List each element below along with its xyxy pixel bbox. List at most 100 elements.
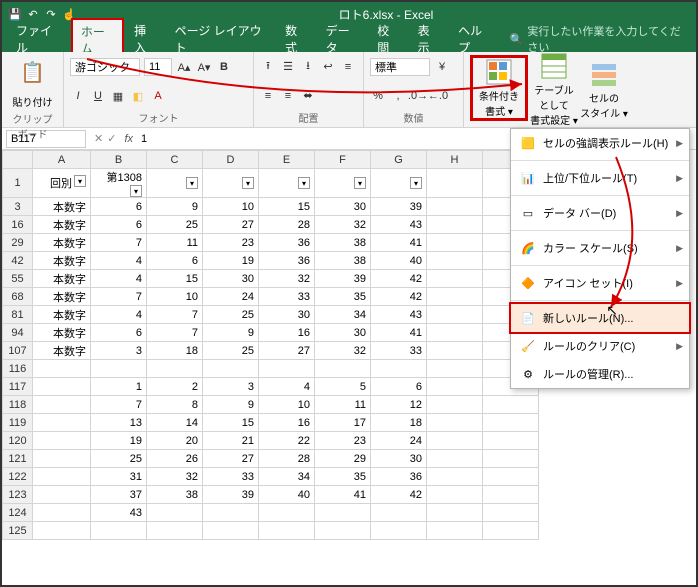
cell[interactable]: 14 xyxy=(147,414,203,432)
italic-button[interactable]: I xyxy=(70,88,86,104)
underline-button[interactable]: U xyxy=(90,88,106,104)
cell[interactable] xyxy=(427,378,483,396)
cell[interactable]: 11 xyxy=(147,234,203,252)
cell[interactable] xyxy=(427,252,483,270)
cell[interactable]: 6 xyxy=(91,216,147,234)
cell[interactable]: ▾ xyxy=(315,169,371,198)
cell[interactable] xyxy=(427,432,483,450)
cell[interactable] xyxy=(315,360,371,378)
cell[interactable]: 15 xyxy=(147,270,203,288)
cell[interactable] xyxy=(203,504,259,522)
cell[interactable]: 7 xyxy=(91,234,147,252)
row-header[interactable]: 3 xyxy=(3,198,33,216)
cell[interactable]: 7 xyxy=(91,288,147,306)
merge-icon[interactable]: ⬌ xyxy=(300,88,316,104)
col-header-D[interactable]: D xyxy=(203,151,259,169)
row-header[interactable]: 68 xyxy=(3,288,33,306)
cell[interactable] xyxy=(315,522,371,540)
font-name[interactable] xyxy=(70,58,140,76)
cell[interactable] xyxy=(483,504,539,522)
cell[interactable] xyxy=(483,450,539,468)
cell[interactable]: 7 xyxy=(147,306,203,324)
cell[interactable]: 9 xyxy=(203,396,259,414)
number-format[interactable] xyxy=(370,58,430,76)
fill-color-icon[interactable]: ◧ xyxy=(130,88,146,104)
cell[interactable]: 27 xyxy=(203,216,259,234)
cell[interactable]: 32 xyxy=(259,270,315,288)
cell[interactable]: 38 xyxy=(315,252,371,270)
row-header[interactable]: 81 xyxy=(3,306,33,324)
cell[interactable] xyxy=(33,486,91,504)
menu-data-bar[interactable]: ▭データ バー(D)▶ xyxy=(511,199,689,227)
cell[interactable] xyxy=(427,288,483,306)
row-header[interactable]: 1 xyxy=(3,169,33,198)
cell[interactable] xyxy=(427,360,483,378)
row-header[interactable]: 121 xyxy=(3,450,33,468)
cell[interactable]: 10 xyxy=(147,288,203,306)
cell[interactable]: 39 xyxy=(203,486,259,504)
cell[interactable] xyxy=(33,504,91,522)
conditional-formatting-button[interactable]: 条件付き 書式 ▾ xyxy=(475,60,523,116)
cell[interactable]: 28 xyxy=(259,216,315,234)
col-header-F[interactable]: F xyxy=(315,151,371,169)
cell[interactable] xyxy=(483,432,539,450)
decrease-decimal-icon[interactable]: ←.0 xyxy=(430,88,446,104)
cell[interactable]: 本数字 xyxy=(33,288,91,306)
cell[interactable]: ▾ xyxy=(371,169,427,198)
cell[interactable]: 26 xyxy=(147,450,203,468)
cell[interactable]: 30 xyxy=(203,270,259,288)
cell[interactable]: 5 xyxy=(315,378,371,396)
cell[interactable]: 24 xyxy=(203,288,259,306)
font-size[interactable] xyxy=(144,58,172,76)
cell[interactable] xyxy=(427,342,483,360)
cell[interactable] xyxy=(427,306,483,324)
row-header[interactable]: 16 xyxy=(3,216,33,234)
align-top-icon[interactable]: ⭱ xyxy=(260,59,276,75)
col-header-E[interactable]: E xyxy=(259,151,315,169)
cell[interactable]: 16 xyxy=(259,324,315,342)
cell[interactable]: 37 xyxy=(91,486,147,504)
cell[interactable] xyxy=(259,360,315,378)
cell[interactable]: 30 xyxy=(371,450,427,468)
cell[interactable]: 33 xyxy=(371,342,427,360)
cell[interactable]: 34 xyxy=(315,306,371,324)
cell[interactable] xyxy=(315,504,371,522)
select-all[interactable] xyxy=(3,151,33,169)
row-header[interactable]: 94 xyxy=(3,324,33,342)
row-header[interactable]: 55 xyxy=(3,270,33,288)
cell[interactable] xyxy=(203,522,259,540)
comma-icon[interactable]: , xyxy=(390,88,406,104)
cell[interactable]: 20 xyxy=(147,432,203,450)
cell[interactable]: 8 xyxy=(147,396,203,414)
cell[interactable]: 9 xyxy=(203,324,259,342)
row-header[interactable]: 124 xyxy=(3,504,33,522)
cell[interactable]: 13 xyxy=(91,414,147,432)
cell[interactable]: 33 xyxy=(203,468,259,486)
fx-icon[interactable]: fx xyxy=(120,133,137,145)
row-header[interactable]: 107 xyxy=(3,342,33,360)
cell[interactable]: 1 xyxy=(91,378,147,396)
cell[interactable]: 25 xyxy=(203,306,259,324)
cell[interactable]: 30 xyxy=(315,324,371,342)
cell[interactable]: 41 xyxy=(371,324,427,342)
cell[interactable]: 18 xyxy=(371,414,427,432)
cell[interactable]: 3 xyxy=(91,342,147,360)
cell[interactable]: 本数字 xyxy=(33,306,91,324)
cell[interactable]: 本数字 xyxy=(33,270,91,288)
row-header[interactable]: 120 xyxy=(3,432,33,450)
decrease-font-icon[interactable]: A▾ xyxy=(196,59,212,75)
cell[interactable]: 43 xyxy=(371,306,427,324)
cell[interactable] xyxy=(427,522,483,540)
cell[interactable]: 12 xyxy=(371,396,427,414)
cell[interactable] xyxy=(147,360,203,378)
row-header[interactable]: 122 xyxy=(3,468,33,486)
cell[interactable]: 4 xyxy=(91,306,147,324)
cell[interactable]: 7 xyxy=(91,396,147,414)
cancel-icon[interactable]: ✕ xyxy=(94,132,103,145)
filter-icon[interactable]: ▾ xyxy=(410,177,422,189)
cell[interactable]: 6 xyxy=(91,324,147,342)
cell[interactable]: 15 xyxy=(259,198,315,216)
cell[interactable]: 4 xyxy=(259,378,315,396)
cell[interactable] xyxy=(427,270,483,288)
filter-icon[interactable]: ▾ xyxy=(242,177,254,189)
